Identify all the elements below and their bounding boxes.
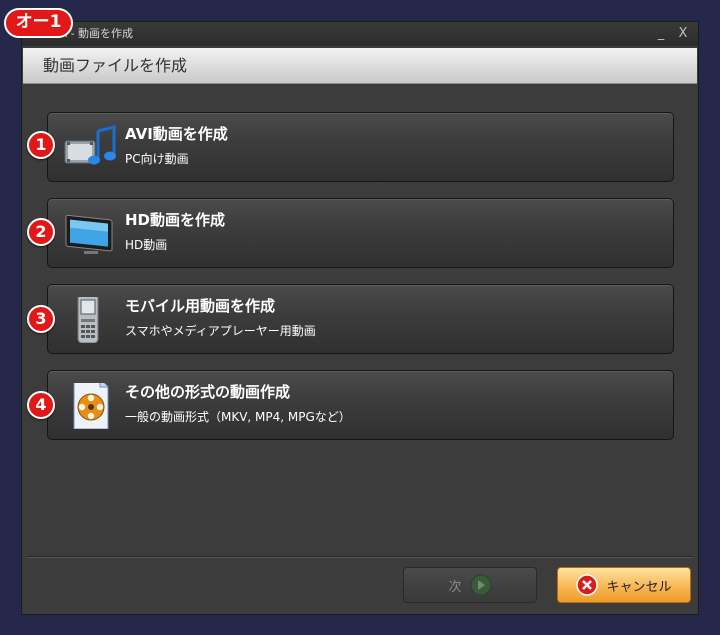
number-badge-4: 4 <box>27 391 55 419</box>
option-subtitle: PC向け動画 <box>125 152 189 166</box>
next-label: 次 <box>448 579 462 595</box>
video-file-icon <box>73 383 109 429</box>
option-title: その他の形式の動画作成 <box>125 383 291 401</box>
footer-divider <box>28 556 692 558</box>
close-button[interactable]: X <box>674 22 692 46</box>
minimize-button[interactable]: _ <box>652 22 670 46</box>
arrow-right-icon <box>470 574 491 596</box>
option-title: モバイル用動画を作成 <box>125 297 276 315</box>
number-badge-2: 2 <box>27 218 55 246</box>
cancel-label: キャンセル <box>606 579 672 595</box>
create-mobile-option[interactable]: モバイル用動画を作成 スマホやメディアプレーヤー用動画 <box>47 284 674 354</box>
option-subtitle: HD動画 <box>125 238 168 252</box>
title-bar: BA - 動画を作成 _ X <box>22 22 698 46</box>
film-music-icon <box>64 125 116 165</box>
option-title: AVI動画を作成 <box>125 125 228 143</box>
annotation-tag: オー1 <box>4 8 73 38</box>
option-title: HD動画を作成 <box>125 211 226 229</box>
option-subtitle: スマホやメディアプレーヤー用動画 <box>125 324 316 338</box>
monitor-icon <box>65 214 113 254</box>
dialog-window: BA - 動画を作成 _ X 動画ファイルを作成 AVI動画を作成 PC向け動画… <box>21 21 699 615</box>
cancel-x-icon <box>576 574 599 596</box>
mobile-phone-icon <box>77 297 99 343</box>
option-subtitle: 一般の動画形式（MKV, MP4, MPGなど） <box>125 410 351 424</box>
create-avi-option[interactable]: AVI動画を作成 PC向け動画 <box>47 112 674 182</box>
number-badge-1: 1 <box>27 131 55 159</box>
create-other-format-option[interactable]: その他の形式の動画作成 一般の動画形式（MKV, MP4, MPGなど） <box>47 370 674 440</box>
create-hd-option[interactable]: HD動画を作成 HD動画 <box>47 198 674 268</box>
cancel-button[interactable]: キャンセル <box>557 567 691 603</box>
number-badge-3: 3 <box>27 305 55 333</box>
next-button[interactable]: 次 <box>403 567 537 603</box>
page-title: 動画ファイルを作成 <box>23 48 697 84</box>
